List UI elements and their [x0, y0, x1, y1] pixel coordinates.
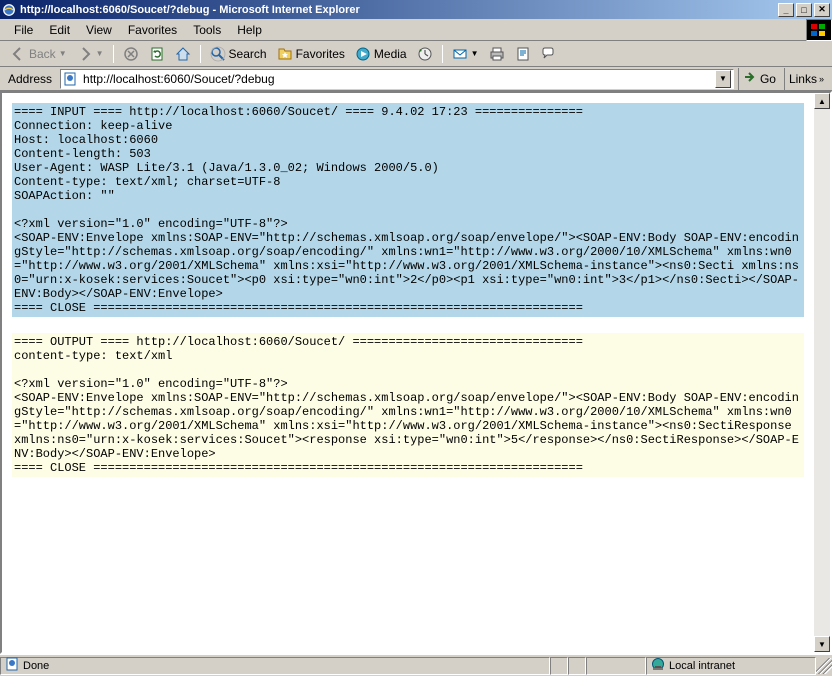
status-cell-3 — [586, 657, 646, 675]
search-icon — [210, 46, 226, 62]
edit-button[interactable] — [511, 44, 535, 64]
status-main: Done — [0, 657, 550, 675]
status-bar: Done Local intranet — [0, 654, 832, 676]
search-button[interactable]: Search — [206, 44, 271, 64]
forward-dropdown-icon: ▼ — [96, 49, 104, 58]
discuss-icon — [541, 46, 557, 62]
zone-icon — [651, 657, 665, 674]
scroll-down-button[interactable]: ▼ — [814, 636, 830, 652]
forward-button[interactable]: ▼ — [73, 44, 108, 64]
done-icon — [5, 657, 19, 674]
toolbar: Back ▼ ▼ Search Favorites — [0, 41, 832, 67]
edit-icon — [515, 46, 531, 62]
page-content: ==== INPUT ==== http://localhost:6060/So… — [2, 93, 814, 652]
mail-button[interactable]: ▼ — [448, 44, 483, 64]
media-button[interactable]: Media — [351, 44, 411, 64]
output-block: ==== OUTPUT ==== http://localhost:6060/S… — [12, 333, 804, 477]
toolbar-separator — [442, 45, 443, 63]
forward-icon — [77, 46, 93, 62]
minimize-button[interactable]: _ — [778, 3, 794, 17]
favorites-label: Favorites — [296, 47, 345, 61]
menu-view[interactable]: View — [78, 21, 120, 39]
address-dropdown-button[interactable]: ▼ — [715, 70, 731, 88]
go-button[interactable]: Go — [738, 68, 780, 90]
title-bar: http://localhost:6060/Soucet/?debug - Mi… — [0, 0, 832, 19]
media-label: Media — [374, 47, 407, 61]
favorites-button[interactable]: Favorites — [273, 44, 349, 64]
print-icon — [489, 46, 505, 62]
menu-bar: File Edit View Favorites Tools Help — [0, 19, 832, 41]
throbber-icon — [806, 19, 832, 41]
refresh-button[interactable] — [145, 44, 169, 64]
favorites-icon — [277, 46, 293, 62]
scroll-up-button[interactable]: ▲ — [814, 93, 830, 109]
home-button[interactable] — [171, 44, 195, 64]
address-label: Address — [4, 72, 56, 86]
ie-icon — [2, 3, 16, 17]
scroll-track[interactable] — [814, 109, 830, 636]
history-button[interactable] — [413, 44, 437, 64]
back-dropdown-icon: ▼ — [59, 49, 67, 58]
address-box[interactable]: ▼ — [60, 69, 734, 89]
links-label: Links — [789, 72, 817, 86]
links-chevron-icon: » — [819, 74, 824, 84]
page-icon — [63, 72, 77, 86]
content-area: ==== INPUT ==== http://localhost:6060/So… — [0, 91, 832, 654]
mail-dropdown-icon: ▼ — [471, 49, 479, 58]
status-cell-2 — [568, 657, 586, 675]
stop-button[interactable] — [119, 44, 143, 64]
menu-edit[interactable]: Edit — [41, 21, 78, 39]
menu-help[interactable]: Help — [229, 21, 270, 39]
close-button[interactable]: ✕ — [814, 3, 830, 17]
links-button[interactable]: Links » — [784, 68, 828, 90]
status-text: Done — [23, 660, 49, 672]
input-block: ==== INPUT ==== http://localhost:6060/So… — [12, 103, 804, 317]
stop-icon — [123, 46, 139, 62]
toolbar-separator — [113, 45, 114, 63]
back-label: Back — [29, 47, 56, 61]
toolbar-separator — [200, 45, 201, 63]
vertical-scrollbar[interactable]: ▲ ▼ — [814, 93, 830, 652]
maximize-button[interactable]: □ — [796, 3, 812, 17]
window-title: http://localhost:6060/Soucet/?debug - Mi… — [20, 4, 776, 16]
address-input[interactable] — [81, 71, 715, 87]
discuss-button[interactable] — [537, 44, 561, 64]
home-icon — [175, 46, 191, 62]
status-cell-1 — [550, 657, 568, 675]
mail-icon — [452, 46, 468, 62]
menu-favorites[interactable]: Favorites — [120, 21, 185, 39]
address-bar: Address ▼ Go Links » — [0, 67, 832, 91]
resize-grip[interactable] — [816, 658, 832, 674]
menu-tools[interactable]: Tools — [185, 21, 229, 39]
print-button[interactable] — [485, 44, 509, 64]
search-label: Search — [229, 47, 267, 61]
back-button[interactable]: Back ▼ — [6, 44, 71, 64]
history-icon — [417, 46, 433, 62]
status-zone: Local intranet — [646, 657, 816, 675]
back-icon — [10, 46, 26, 62]
media-icon — [355, 46, 371, 62]
zone-label: Local intranet — [669, 660, 735, 672]
go-icon — [743, 70, 757, 87]
menu-file[interactable]: File — [6, 21, 41, 39]
refresh-icon — [149, 46, 165, 62]
go-label: Go — [760, 72, 776, 86]
